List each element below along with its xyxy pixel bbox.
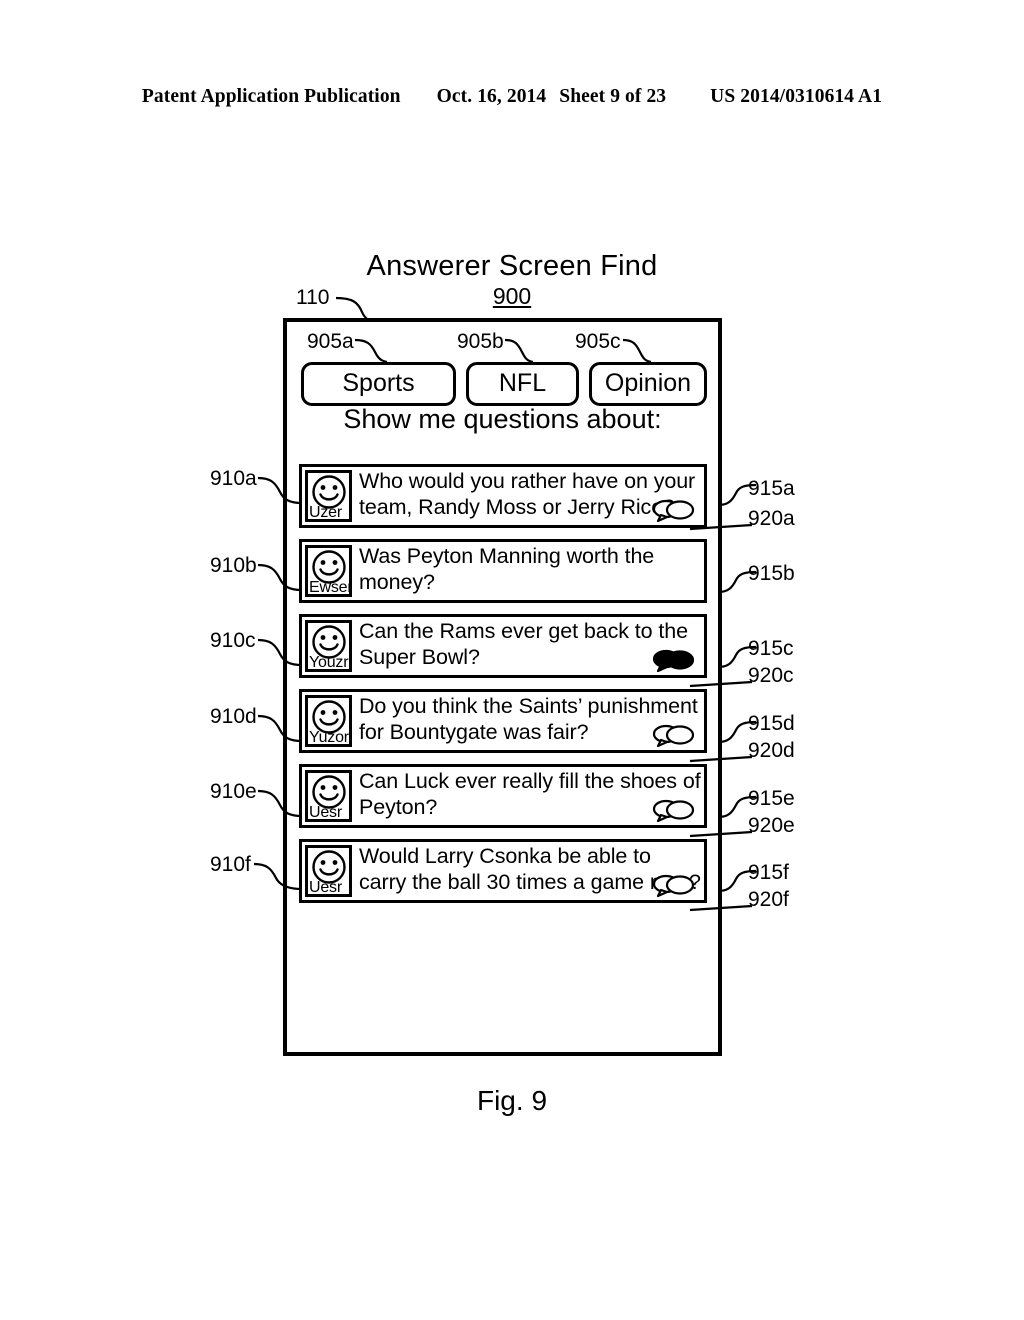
- leader-line-910b: [257, 563, 303, 592]
- ref-label-905b: 905b: [457, 330, 504, 353]
- question-item-a[interactable]: Uzer Who would you rather have on your t…: [299, 464, 707, 528]
- leader-line-920e: [689, 830, 753, 838]
- leader-line-910c: [257, 638, 303, 667]
- patent-publication-label: Patent Application Publication: [141, 86, 401, 107]
- ref-label-920f: 920f: [748, 888, 789, 911]
- device-frame: Sports NFL Opinion Show me questions abo…: [283, 318, 722, 1056]
- figure-caption: Fig. 9: [476, 1085, 548, 1116]
- leader-line-910a: [257, 476, 303, 505]
- avatar: Youzr: [305, 620, 352, 672]
- tab-opinion[interactable]: Opinion: [589, 362, 707, 406]
- patent-sheet-label: Sheet 9 of 23: [559, 86, 667, 107]
- avatar-username: Youzr: [309, 654, 349, 671]
- figure-number-value: 900: [492, 283, 532, 309]
- leader-line-905c: [622, 338, 652, 364]
- ref-label-920a: 920a: [748, 507, 795, 530]
- avatar: Uesr: [305, 770, 352, 822]
- question-item-c[interactable]: Youzr Can the Rams ever get back to the …: [299, 614, 707, 678]
- question-item-d[interactable]: Yuzor Do you think the Saints’ punishmen…: [299, 689, 707, 753]
- tab-nfl[interactable]: NFL: [466, 362, 579, 406]
- ref-label-920c: 920c: [748, 664, 794, 687]
- speech-bubbles-icon[interactable]: [650, 723, 696, 747]
- ref-label-910c: 910c: [210, 629, 256, 652]
- avatar-username: Uzer: [309, 504, 342, 521]
- leader-line-910e: [257, 789, 303, 818]
- ref-label-920d: 920d: [748, 739, 795, 762]
- speech-bubbles-icon[interactable]: [650, 498, 696, 522]
- speech-bubbles-icon[interactable]: [650, 798, 696, 822]
- figure-title: Answerer Screen Find: [366, 250, 658, 282]
- avatar: Yuzor: [305, 695, 352, 747]
- leader-line-920d: [689, 755, 753, 763]
- question-text: Was Peyton Manning worth the money?: [359, 544, 655, 594]
- ref-label-910b: 910b: [210, 554, 257, 577]
- leader-line-905a: [354, 338, 388, 364]
- ref-label-915f: 915f: [748, 861, 789, 884]
- ref-label-910f: 910f: [210, 853, 251, 876]
- speech-bubbles-icon[interactable]: [650, 873, 696, 897]
- ref-label-915d: 915d: [748, 712, 795, 735]
- avatar: Ewser: [305, 545, 352, 597]
- question-item-e[interactable]: Uesr Can Luck ever really fill the shoes…: [299, 764, 707, 828]
- question-item-f[interactable]: Uesr Would Larry Csonka be able to carry…: [299, 839, 707, 903]
- avatar-username: Yuzor: [309, 729, 349, 746]
- leader-line-920f: [689, 904, 753, 912]
- ref-label-915e: 915e: [748, 787, 795, 810]
- ref-label-910a: 910a: [210, 467, 257, 490]
- patent-date-label: Oct. 16, 2014: [436, 86, 547, 107]
- avatar: Uesr: [305, 845, 352, 897]
- patent-header: Patent Application Publication Oct. 16, …: [0, 86, 1024, 108]
- figure-number: 900: [0, 283, 1024, 310]
- patent-number-label: US 2014/0310614 A1: [710, 86, 883, 107]
- ref-label-910e: 910e: [210, 780, 257, 803]
- avatar: Uzer: [305, 470, 352, 522]
- leader-line-910d: [257, 714, 303, 743]
- leader-line-905b: [504, 338, 534, 364]
- ref-label-915c: 915c: [748, 637, 794, 660]
- ref-label-905a: 905a: [307, 330, 354, 353]
- leader-line-920c: [689, 680, 753, 688]
- ref-label-110: 110: [296, 286, 330, 309]
- speech-bubbles-icon-filled[interactable]: [650, 648, 696, 672]
- leader-line-910f: [253, 862, 303, 891]
- question-list: Uzer Who would you rather have on your t…: [299, 464, 707, 914]
- ref-label-915a: 915a: [748, 477, 795, 500]
- category-tabs: Sports NFL Opinion: [301, 362, 707, 406]
- ref-label-920e: 920e: [748, 814, 795, 837]
- avatar-username: Uesr: [309, 879, 342, 896]
- leader-line-920a: [689, 523, 753, 531]
- ref-label-915b: 915b: [748, 562, 795, 585]
- avatar-username: Uesr: [309, 804, 342, 821]
- question-item-b[interactable]: Ewser Was Peyton Manning worth the money…: [299, 539, 707, 603]
- prompt-text: Show me questions about:: [343, 404, 662, 434]
- ref-label-905c: 905c: [575, 330, 621, 353]
- tab-sports[interactable]: Sports: [301, 362, 456, 406]
- ref-label-910d: 910d: [210, 705, 257, 728]
- avatar-username: Ewser: [309, 579, 352, 596]
